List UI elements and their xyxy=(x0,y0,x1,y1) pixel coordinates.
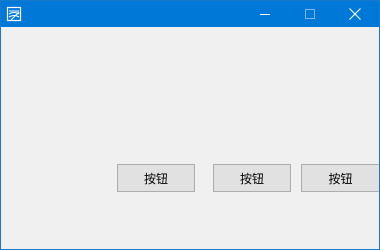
app-window: 按钮 按钮 按钮 xyxy=(0,0,380,250)
close-icon xyxy=(348,8,361,20)
minimize-button[interactable] xyxy=(242,1,287,27)
title-bar[interactable] xyxy=(1,1,379,27)
button-1[interactable]: 按钮 xyxy=(117,164,195,192)
maximize-button[interactable] xyxy=(287,1,332,27)
button-2-label: 按钮 xyxy=(239,171,264,186)
button-2[interactable]: 按钮 xyxy=(213,164,291,192)
button-3-label: 按钮 xyxy=(328,171,353,186)
button-1-label: 按钮 xyxy=(143,171,168,186)
close-button[interactable] xyxy=(332,1,377,27)
client-area: 按钮 按钮 按钮 xyxy=(1,27,379,249)
app-icon[interactable] xyxy=(6,6,22,22)
minimize-icon xyxy=(259,9,270,19)
button-3[interactable]: 按钮 xyxy=(301,164,379,192)
maximize-icon xyxy=(304,9,315,19)
